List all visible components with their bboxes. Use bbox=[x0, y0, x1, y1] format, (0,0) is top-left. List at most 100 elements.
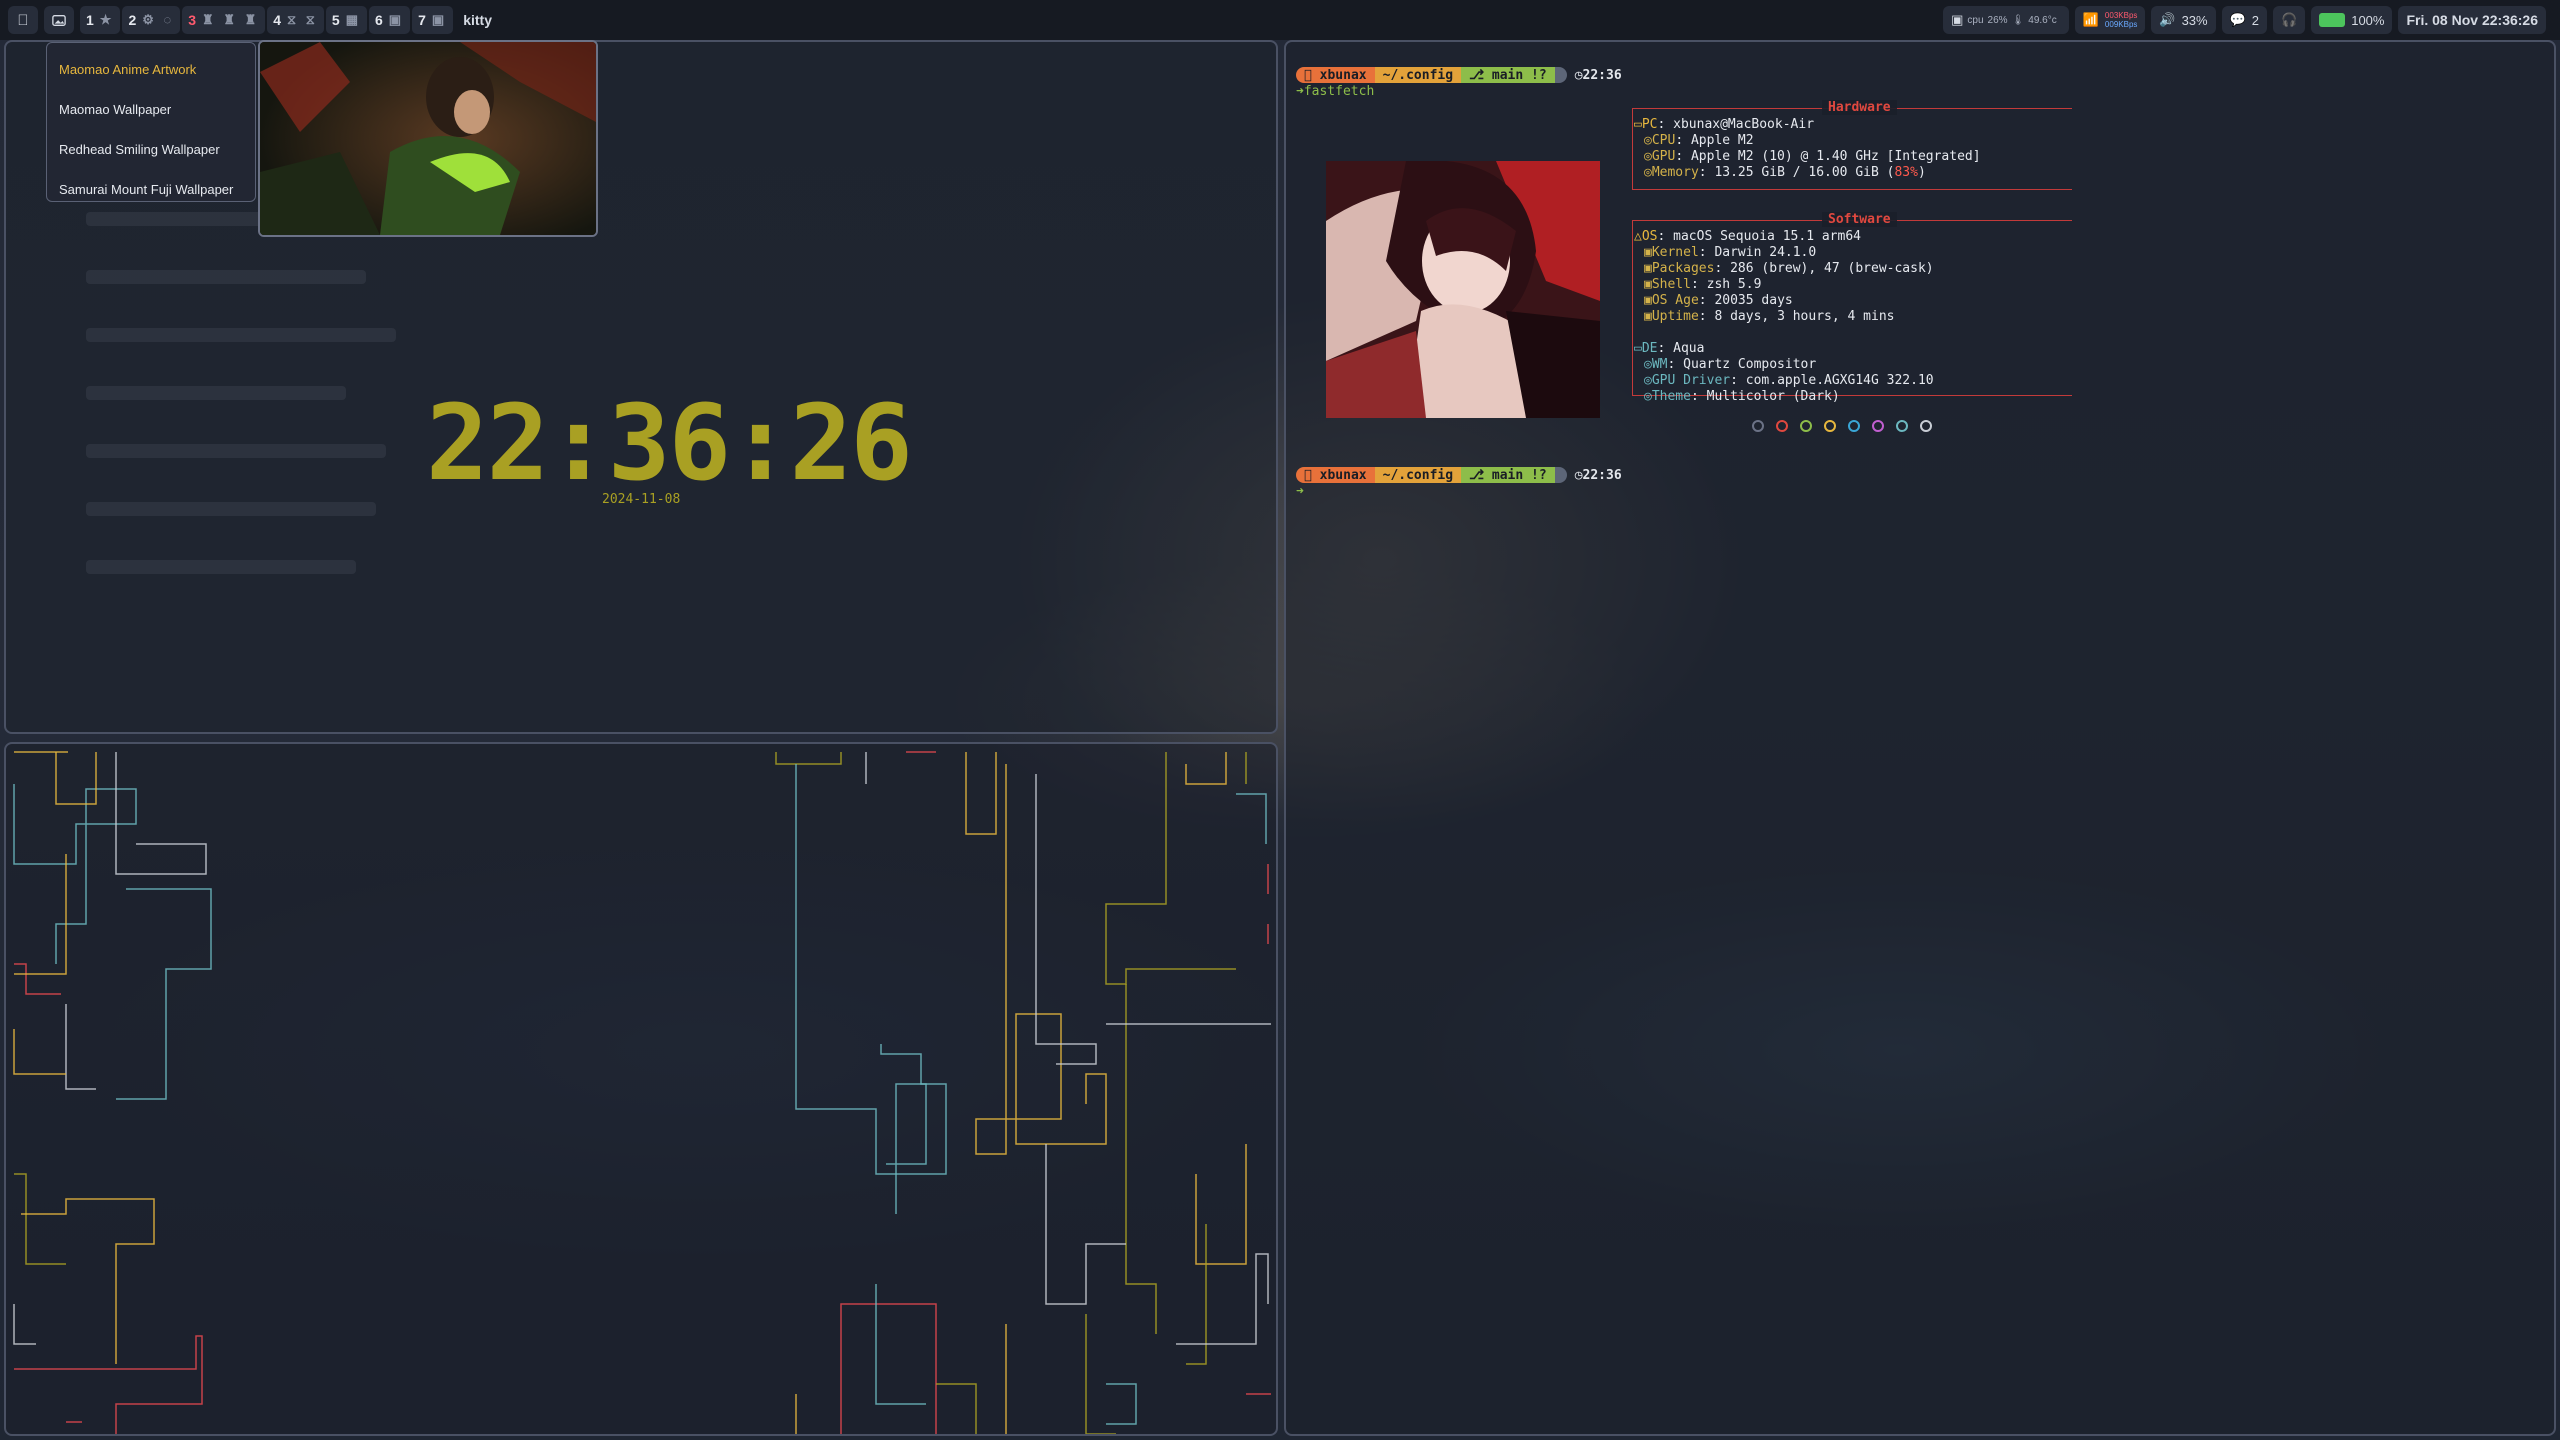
space-2[interactable]: 2 ⚙ ◌ bbox=[122, 6, 181, 34]
row-value: Aqua bbox=[1673, 341, 1705, 356]
battery-widget[interactable]: 100% bbox=[2311, 6, 2393, 34]
row-value: Apple M2 (10) @ 1.40 GHz [Integrated] bbox=[1690, 149, 1981, 164]
fastfetch-row: ▣OS Age: 20035 days bbox=[1644, 293, 1793, 308]
palette-dot bbox=[1800, 420, 1812, 432]
space-4[interactable]: 4 ⧖ ⧖ bbox=[267, 6, 324, 34]
fastfetch-row: ◎GPU: Apple M2 (10) @ 1.40 GHz [Integrat… bbox=[1644, 149, 1981, 164]
temp-value: 49.6°c bbox=[2028, 14, 2057, 26]
row-icon: ◎ bbox=[1644, 133, 1652, 148]
row-value: 286 (brew), 47 (brew-cask) bbox=[1730, 261, 1934, 276]
pipe-segment bbox=[1045, 1144, 1126, 1305]
cpu-value: 26% bbox=[1987, 14, 2008, 26]
wallpaper-option[interactable]: Redhead Smiling Wallpaper bbox=[47, 129, 255, 169]
wallpaper-option[interactable]: Samurai Mount Fuji Wallpaper bbox=[47, 169, 255, 209]
pipe-segment bbox=[1085, 1314, 1116, 1434]
shell-prompt-2:  xbunax ~/.config ⎇ main !? ◷22:36 bbox=[1296, 467, 1622, 483]
date-text: Fri. 08 Nov bbox=[2406, 12, 2479, 28]
digital-clock: 22:36:26 bbox=[426, 382, 913, 504]
pipes-window[interactable] bbox=[4, 742, 1278, 1436]
palette-dot bbox=[1920, 420, 1932, 432]
preview-artwork bbox=[260, 42, 596, 235]
row-key: Shell bbox=[1651, 277, 1691, 292]
wallpaper-icon bbox=[52, 14, 66, 26]
prompt-time: ◷22:36 bbox=[1566, 467, 1622, 483]
pipe-segment bbox=[886, 1083, 927, 1214]
space-5[interactable]: 5 ▦ bbox=[325, 6, 367, 34]
network-speed: 003KBps 009KBps bbox=[2105, 11, 2137, 29]
space-1[interactable]: 1 ★ bbox=[80, 6, 121, 34]
row-icon: ◎ bbox=[1644, 357, 1652, 372]
wallpaper-menu: Maomao Anime Artwork Maomao Wallpaper Redh… bbox=[46, 42, 256, 202]
front-app-label: kitty bbox=[463, 12, 492, 28]
row-value: xbunax@MacBook-Air bbox=[1673, 117, 1815, 132]
pipe-segment bbox=[65, 1004, 96, 1090]
row-value: 8 days, 3 hours, 4 mins bbox=[1714, 309, 1895, 324]
headphones-icon: 🎧 bbox=[2281, 12, 2298, 27]
palette-dot bbox=[1848, 420, 1860, 432]
notifications-widget[interactable]: 💬 2 bbox=[2221, 6, 2268, 34]
pipe-segment bbox=[936, 1383, 977, 1434]
fastfetch-row: ▣Packages: 286 (brew), 47 (brew-cask) bbox=[1644, 261, 1934, 276]
fastfetch-row: △OS: macOS Sequoia 15.1 arm64 bbox=[1634, 229, 1861, 244]
fastfetch-row: ◎Memory: 13.25 GiB / 16.00 GiB (83%) bbox=[1644, 165, 1926, 180]
row-icon: ◎ bbox=[1644, 373, 1652, 388]
space-app-icons: ▣ bbox=[431, 12, 448, 27]
row-key: OS bbox=[1641, 229, 1658, 244]
pipe-segment bbox=[21, 1198, 155, 1364]
color-palette bbox=[1752, 420, 1944, 432]
terminal-content[interactable]:  xbunax ~/.config ⎇ main !? ◷22:36 ➜fas… bbox=[1286, 42, 2554, 1434]
thermometer-icon: 🌡 bbox=[2011, 14, 2025, 26]
row-key: DE bbox=[1641, 341, 1658, 356]
wallpaper-option[interactable]: Maomao Wallpaper bbox=[47, 89, 255, 129]
row-icon: ▭ bbox=[1634, 117, 1642, 132]
prompt-end bbox=[1554, 67, 1567, 83]
fastfetch-row: ▭PC: xbunax@MacBook-Air bbox=[1634, 117, 1815, 132]
space-3[interactable]: 3 ♜ ♜ ♜ bbox=[182, 6, 266, 34]
volume-widget[interactable]: 🔊 33% bbox=[2151, 6, 2216, 34]
cpu-widget[interactable]: ▣ cpu 26% 🌡 49.6°c bbox=[1943, 6, 2069, 34]
apple-icon[interactable]:  bbox=[8, 6, 38, 34]
headphones-widget[interactable]: 🎧 bbox=[2273, 6, 2306, 34]
palette-dot bbox=[1824, 420, 1836, 432]
pipe-segment bbox=[875, 1284, 926, 1405]
pipe-segment bbox=[775, 752, 842, 765]
wallpaper-option[interactable]: Maomao Anime Artwork bbox=[47, 49, 255, 89]
image-icon[interactable] bbox=[44, 6, 74, 34]
pipe-segment bbox=[115, 752, 207, 875]
fastfetch-row: ▣Shell: zsh 5.9 bbox=[1644, 277, 1762, 292]
space-app-icons: ★ bbox=[99, 12, 115, 27]
row-icon: ▣ bbox=[1644, 293, 1652, 308]
pipe-segment bbox=[1125, 984, 1157, 1334]
space-app-icons: ▣ bbox=[388, 12, 405, 27]
pipe-segment bbox=[1105, 752, 1236, 985]
kitty-terminal-window[interactable]:  xbunax ~/.config ⎇ main !? ◷22:36 ➜fas… bbox=[1284, 40, 2556, 1436]
pipe-segment bbox=[1236, 793, 1267, 844]
input-cursor[interactable]: ➜ bbox=[1296, 484, 1304, 499]
space-number: 7 bbox=[418, 12, 426, 28]
row-value: zsh 5.9 bbox=[1706, 277, 1762, 292]
row-icon: ▣ bbox=[1644, 277, 1652, 292]
volume-value: 33% bbox=[2181, 12, 2208, 28]
pipe-segment bbox=[1035, 774, 1097, 1065]
pipe-segment bbox=[14, 1173, 66, 1265]
pipe-segment bbox=[13, 1304, 36, 1345]
prompt-dir: ~/.config bbox=[1374, 467, 1462, 483]
row-value: com.apple.AGXG14G 322.10 bbox=[1745, 373, 1934, 388]
row-key: WM bbox=[1651, 357, 1668, 372]
row-icon: ▣ bbox=[1644, 309, 1652, 324]
network-widget[interactable]: 📶 003KBps 009KBps bbox=[2074, 6, 2146, 34]
pipe-segment bbox=[1185, 752, 1227, 785]
space-number: 1 bbox=[86, 12, 94, 28]
space-number: 2 bbox=[128, 12, 137, 28]
fastfetch-logo-image bbox=[1326, 161, 1600, 418]
space-app-icons: ▦ bbox=[345, 12, 361, 27]
shell-prompt:  xbunax ~/.config ⎇ main !? ◷22:36 bbox=[1296, 67, 1622, 83]
row-value: Darwin 24.1.0 bbox=[1714, 245, 1817, 260]
datetime-widget[interactable]: Fri. 08 Nov 22:36:26 bbox=[2398, 6, 2546, 34]
software-title: Software bbox=[1822, 212, 1897, 227]
prompt-time: ◷22:36 bbox=[1566, 67, 1622, 83]
space-6[interactable]: 6 ▣ bbox=[369, 6, 411, 34]
space-number: 5 bbox=[331, 12, 340, 28]
time-text: 22:36:26 bbox=[2481, 12, 2538, 28]
space-7[interactable]: 7 ▣ bbox=[412, 6, 454, 34]
